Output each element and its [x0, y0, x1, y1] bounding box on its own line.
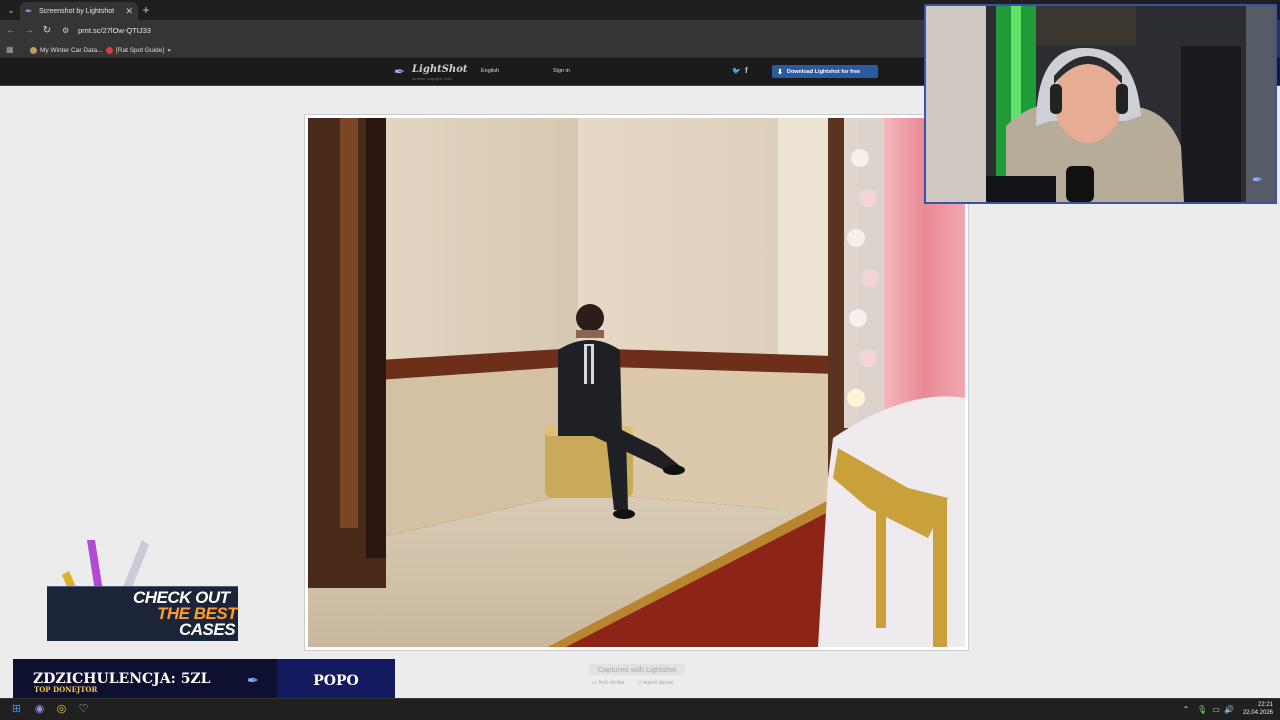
download-icon: ⬇ — [777, 68, 783, 76]
bookmark-item[interactable]: My Winter Car Data... — [30, 45, 102, 55]
browser-tab[interactable]: ✒ Screenshot by Lightshot ✕ — [20, 2, 138, 20]
webcam-overlay — [924, 4, 1277, 204]
forward-icon[interactable]: → — [22, 24, 36, 38]
tab-title: Screenshot by Lightshot — [39, 7, 115, 15]
stream-logo-icon: ✒ — [1252, 172, 1263, 187]
bookmark-item[interactable]: [Rat Spot Guide] ● — [106, 45, 171, 55]
microphone-icon[interactable]: 🎙 — [1197, 704, 1207, 716]
find-similar-label: find similar — [598, 680, 626, 686]
cases-ad-banner: CHECK OUT THE BEST CASES — [47, 535, 238, 641]
clock-date[interactable]: 22.04.2026 — [1236, 710, 1273, 716]
lightshot-feather-icon[interactable]: ✒ — [394, 65, 408, 79]
download-lightshot-button[interactable]: ⬇ Download Lightshot for free — [772, 65, 878, 78]
site-info-icon[interactable]: ⚙ — [62, 25, 74, 37]
lightshot-favicon-icon: ✒ — [25, 5, 33, 16]
twitter-icon[interactable]: 🐦 — [732, 67, 741, 76]
facebook-icon[interactable]: f — [745, 66, 752, 76]
donor-label: TOP DONEJTOR — [34, 685, 98, 694]
clock-time[interactable]: 22:21 — [1243, 702, 1273, 708]
ad-line-3: CASES — [179, 620, 236, 639]
bookmark-label: My Winter Car Data... — [40, 46, 103, 54]
app-icon[interactable]: ♡ — [77, 703, 90, 716]
emoji-icon: ● — [167, 46, 171, 54]
tab-search-icon[interactable]: ⌄ — [4, 3, 18, 17]
donor-name: POPO — [313, 673, 359, 689]
network-icon[interactable]: ▭ — [1211, 704, 1221, 716]
windows-taskbar: ⊞ ◉ ◎ ♡ ⌃ 🎙 ▭ 🔊 22:21 22.04.2026 — [0, 698, 1280, 720]
youtube-icon — [106, 46, 113, 54]
tray-overflow-icon[interactable]: ⌃ — [1181, 704, 1191, 716]
screenshot-frame — [304, 114, 969, 651]
windows-start-icon[interactable]: ⊞ — [10, 703, 23, 716]
volume-icon[interactable]: 🔊 — [1224, 704, 1234, 716]
report-abuse-link[interactable]: ▯ report abuse — [638, 680, 673, 686]
discord-icon[interactable]: ◉ — [33, 703, 46, 716]
new-tab-button[interactable]: + — [140, 3, 152, 17]
url-field[interactable]: prnt.sc/27lOw-QTIJ33 — [78, 25, 151, 37]
bookmark-favicon-icon — [30, 46, 37, 54]
lightshot-tagline: screen capture tool — [412, 76, 452, 81]
tab-close-icon[interactable]: ✕ — [125, 6, 133, 17]
download-label: Download Lightshot for free — [786, 68, 861, 75]
streamer-webcam-image — [926, 6, 1275, 202]
back-icon[interactable]: ← — [4, 24, 18, 38]
stream-logo-icon: ✒ — [247, 672, 259, 688]
chrome-icon[interactable]: ◎ — [55, 703, 68, 716]
screenshot-image[interactable] — [308, 118, 965, 647]
find-similar-link[interactable]: ▭ find similar — [592, 680, 625, 686]
captured-with-lightshot-label[interactable]: Captured with Lightshot — [589, 664, 685, 675]
reload-icon[interactable]: ↻ — [40, 24, 54, 38]
report-abuse-label: report abuse — [642, 680, 674, 686]
signin-link[interactable]: Sign in — [553, 68, 570, 74]
apps-grid-icon[interactable]: ▦ — [6, 45, 16, 55]
bookmark-label: [Rat Spot Guide] — [116, 46, 165, 54]
language-selector[interactable]: English — [481, 68, 499, 74]
lightshot-logo[interactable]: LightShot — [412, 64, 468, 75]
